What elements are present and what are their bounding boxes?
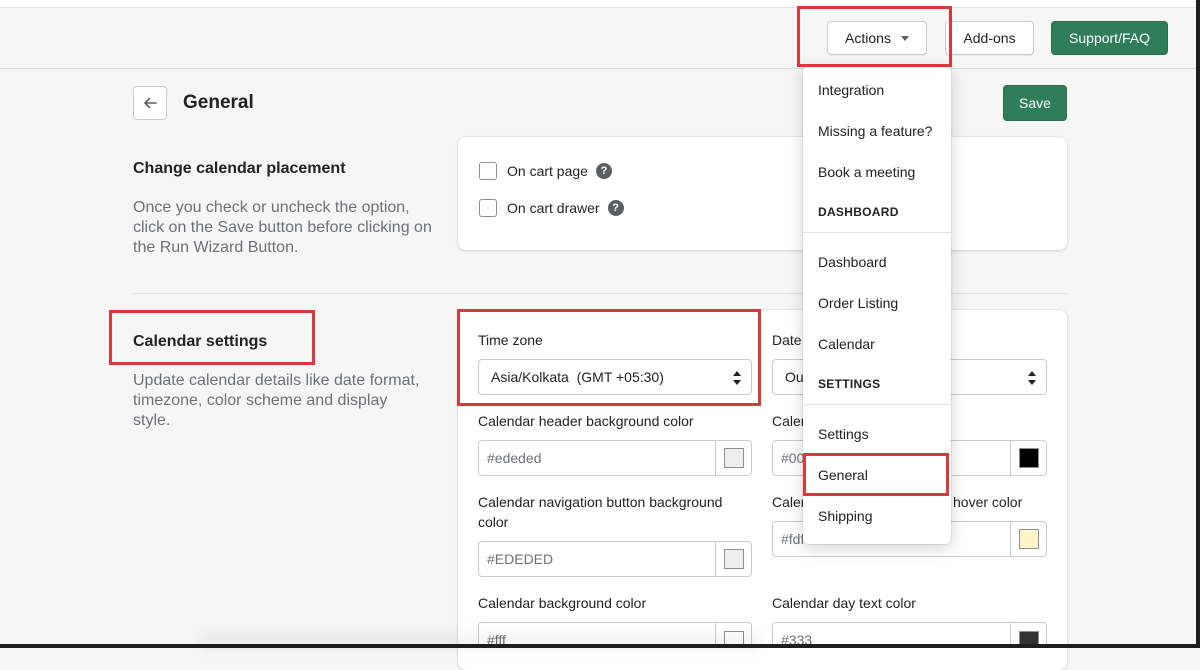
color-swatch [723,549,744,569]
nav-bg-color-field[interactable]: #EDEDED [478,541,752,577]
placement-title: Change calendar placement [133,160,346,177]
header-bg-color-value[interactable]: #ededed [479,441,715,475]
color-swatch-button[interactable] [1010,522,1046,556]
calendar-settings-title: Calendar settings [133,333,268,350]
menu-divider [803,404,951,405]
menu-item-order-listing[interactable]: Order Listing [818,295,898,311]
header-bg-color-label: Calendar header background color [478,413,694,429]
timezone-select[interactable]: Asia/Kolkata (GMT +05:30) [478,359,752,395]
menu-item-calendar[interactable]: Calendar [818,336,875,352]
menu-item-settings[interactable]: Settings [818,426,869,442]
menu-heading-dashboard: DASHBOARD [818,205,899,219]
actions-button[interactable]: Actions [827,21,927,55]
cart-drawer-checkbox[interactable] [479,199,497,217]
arrow-left-icon [144,97,157,109]
color-swatch [1018,448,1039,468]
top-strip [0,0,1200,8]
menu-item-book-meeting[interactable]: Book a meeting [818,164,915,180]
question-circle-icon[interactable]: ? [595,163,612,179]
day-text-color-label: Calendar day text color [772,595,916,611]
nav-bg-color-label: Calendar navigation button background co… [478,494,723,530]
placement-card [458,137,1067,250]
save-button[interactable]: Save [1003,85,1067,121]
select-updown-icon [1028,371,1036,385]
cart-drawer-label: On cart drawer [507,200,600,216]
menu-heading-settings: SETTINGS [818,377,881,391]
color-swatch [1018,529,1039,549]
cart-page-option[interactable]: On cart page ? [479,162,612,180]
timezone-value: Asia/Kolkata (GMT +05:30) [491,369,664,385]
back-button[interactable] [133,86,167,120]
nav-bg-color-value[interactable]: #EDEDED [479,542,715,576]
date-format-value: Ou [785,369,804,385]
right-edge [1196,0,1200,648]
menu-item-shipping[interactable]: Shipping [818,508,873,524]
calendar-bg-color-label: Calendar background color [478,595,647,611]
bottom-edge [0,644,1200,648]
cart-page-checkbox[interactable] [479,162,497,180]
color-swatch-button[interactable] [1010,441,1046,475]
color-swatch [723,448,744,468]
calendar-settings-description: Update calendar details like date format… [133,372,420,429]
page-title: General [183,92,254,113]
cart-page-label: On cart page [507,163,588,179]
header-bg-color-field[interactable]: #ededed [478,440,752,476]
menu-item-integration[interactable]: Integration [818,82,884,98]
support-faq-button[interactable]: Support/FAQ [1051,21,1168,55]
addons-button[interactable]: Add-ons [945,21,1034,55]
caret-down-icon [900,35,909,41]
menu-item-missing-feature[interactable]: Missing a feature? [818,123,932,139]
color-swatch-button[interactable] [715,542,751,576]
menu-item-general[interactable]: General [818,467,868,483]
color-swatch-button[interactable] [715,441,751,475]
cart-drawer-option[interactable]: On cart drawer ? [479,199,624,217]
color-swatch [1018,631,1039,644]
placement-description: Once you check or uncheck the option, cl… [133,199,432,256]
select-updown-icon [733,371,741,385]
nav-hover-color-label-end: hover color [953,494,1023,510]
actions-dropdown-menu: Integration Missing a feature? Book a me… [803,66,951,544]
timezone-label: Time zone [478,332,543,348]
menu-item-dashboard[interactable]: Dashboard [818,254,887,270]
day-text-color-value[interactable]: #333 [773,623,1010,644]
day-text-color-field[interactable]: #333 [772,622,1047,644]
color-swatch-button[interactable] [1010,623,1046,644]
actions-label: Actions [845,30,891,46]
question-circle-icon[interactable]: ? [607,200,624,216]
menu-divider [803,232,951,233]
date-format-label: Date [772,332,802,348]
